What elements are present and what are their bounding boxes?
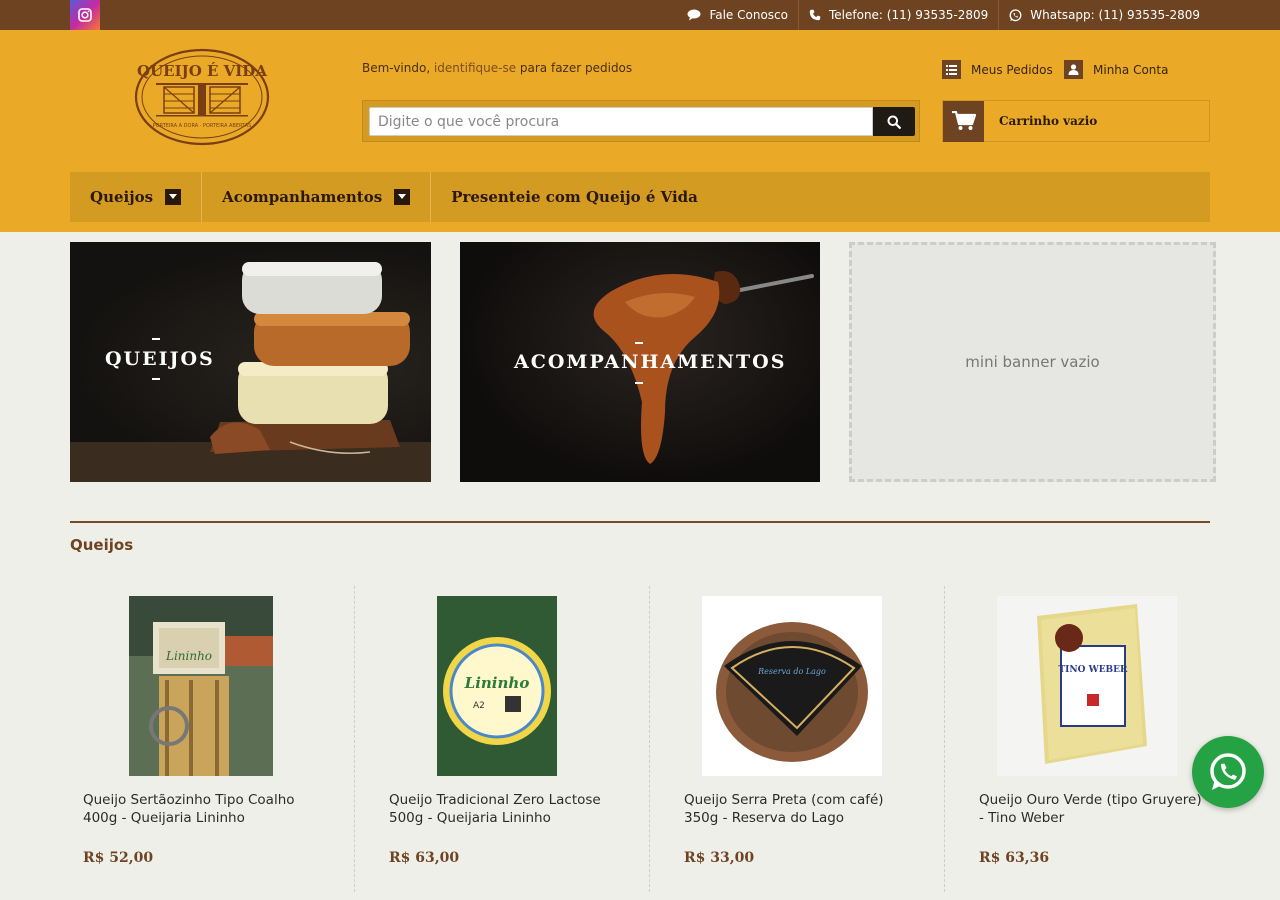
svg-text:Reserva do Lago: Reserva do Lago bbox=[757, 667, 826, 676]
user-icon bbox=[1064, 60, 1083, 79]
product-photo: Lininho bbox=[129, 596, 273, 776]
main-nav: Queijos Acompanhamentos Presenteie com Q… bbox=[70, 172, 1210, 222]
header: QUEIJO É VIDA PORTEIRA A DORA · PORTEIRA… bbox=[0, 30, 1280, 232]
section-divider bbox=[70, 521, 1210, 523]
product-image[interactable]: TINO WEBER bbox=[997, 596, 1177, 776]
search-button[interactable] bbox=[873, 107, 915, 136]
product-card[interactable]: Reserva do Lago Queijo Serra Preta (com … bbox=[650, 586, 945, 892]
mini-banner-label: mini banner vazio bbox=[965, 353, 1100, 371]
phone-icon bbox=[809, 9, 821, 21]
whatsapp-icon bbox=[1210, 753, 1246, 790]
banner-queijos[interactable]: QUEIJOS bbox=[70, 242, 431, 482]
orders-label: Meus Pedidos bbox=[971, 62, 1053, 77]
product-card[interactable]: Lininho A2 Queijo Tradicional Zero Lacto… bbox=[355, 586, 650, 892]
cart-button[interactable]: Carrinho vazio bbox=[942, 100, 1210, 142]
mini-banner-empty: mini banner vazio bbox=[849, 242, 1216, 482]
whatsapp-label: Whatsapp: (11) 93535-2809 bbox=[1030, 8, 1200, 22]
chevron-down-icon bbox=[394, 189, 411, 205]
product-card[interactable]: TINO WEBER Queijo Ouro Verde (tipo Gruye… bbox=[945, 586, 1240, 892]
svg-text:Lininho: Lininho bbox=[464, 674, 530, 692]
chat-icon bbox=[687, 9, 701, 21]
chevron-down-icon bbox=[165, 189, 182, 205]
contact-label: Fale Conosco bbox=[709, 8, 788, 22]
divider bbox=[152, 378, 160, 380]
product-photo: TINO WEBER bbox=[997, 596, 1177, 776]
phone-link[interactable]: Telefone: (11) 93535-2809 bbox=[797, 0, 998, 30]
product-photo: Lininho A2 bbox=[437, 596, 557, 776]
banner-label: QUEIJOS bbox=[105, 348, 215, 370]
product-name[interactable]: Queijo Sertãozinho Tipo Coalho 400g - Qu… bbox=[83, 791, 313, 827]
svg-text:Lininho: Lininho bbox=[165, 649, 212, 663]
divider bbox=[635, 342, 643, 344]
product-name[interactable]: Queijo Serra Preta (com café) 350g - Res… bbox=[684, 791, 914, 827]
search-icon bbox=[887, 115, 901, 129]
banner-acompanhamentos[interactable]: ACOMPANHAMENTOS bbox=[460, 242, 820, 482]
account-label: Minha Conta bbox=[1093, 62, 1169, 77]
product-image[interactable]: Lininho bbox=[129, 596, 273, 776]
top-bar: Fale Conosco Telefone: (11) 93535-2809 W… bbox=[0, 0, 1280, 30]
section-title: Queijos bbox=[70, 536, 134, 554]
account-link[interactable]: Minha Conta bbox=[1064, 60, 1168, 79]
welcome-suffix: para fazer pedidos bbox=[519, 61, 633, 75]
instagram-icon[interactable] bbox=[70, 0, 100, 30]
banner-label: ACOMPANHAMENTOS bbox=[514, 351, 787, 373]
nav-item-presenteie[interactable]: Presenteie com Queijo é Vida bbox=[431, 172, 718, 222]
nav-item-label: Queijos bbox=[90, 188, 154, 206]
svg-text:QUEIJO É VIDA: QUEIJO É VIDA bbox=[137, 62, 267, 80]
whatsapp-float-button[interactable] bbox=[1192, 736, 1264, 808]
contact-link[interactable]: Fale Conosco bbox=[677, 0, 798, 30]
product-price: R$ 33,00 bbox=[684, 850, 755, 866]
cart-icon bbox=[943, 100, 984, 142]
phone-label: Telefone: (11) 93535-2809 bbox=[828, 8, 989, 22]
nav-item-queijos[interactable]: Queijos bbox=[70, 172, 203, 222]
site-logo[interactable]: QUEIJO É VIDA PORTEIRA A DORA · PORTEIRA… bbox=[134, 47, 270, 147]
top-links: Fale Conosco Telefone: (11) 93535-2809 W… bbox=[677, 0, 1210, 30]
welcome-message: Bem-vindo, identifique-se para fazer ped… bbox=[362, 61, 632, 75]
orders-link[interactable]: Meus Pedidos bbox=[942, 60, 1053, 79]
product-price: R$ 52,00 bbox=[83, 850, 154, 866]
product-photo: Reserva do Lago bbox=[702, 596, 882, 776]
product-name[interactable]: Queijo Ouro Verde (tipo Gruyere) - Tino … bbox=[979, 791, 1209, 827]
cart-status: Carrinho vazio bbox=[999, 114, 1098, 128]
product-price: R$ 63,36 bbox=[979, 850, 1050, 866]
list-icon bbox=[942, 60, 961, 79]
product-price: R$ 63,00 bbox=[389, 850, 460, 866]
login-link[interactable]: identifique-se bbox=[434, 61, 516, 75]
whatsapp-link[interactable]: Whatsapp: (11) 93535-2809 bbox=[998, 0, 1210, 30]
product-image[interactable]: Reserva do Lago bbox=[702, 596, 882, 776]
svg-text:A2: A2 bbox=[473, 701, 485, 711]
svg-text:TINO WEBER: TINO WEBER bbox=[1058, 665, 1128, 675]
search-input[interactable] bbox=[369, 107, 873, 136]
product-card[interactable]: Lininho Queijo Sertãozinho Tipo Coalho 4… bbox=[60, 586, 355, 892]
divider bbox=[635, 382, 643, 384]
divider bbox=[152, 338, 160, 340]
search-box bbox=[362, 100, 920, 142]
welcome-prefix: Bem-vindo, bbox=[362, 61, 431, 75]
svg-text:PORTEIRA A DORA · PORTEIRA ABE: PORTEIRA A DORA · PORTEIRA ABERTAS bbox=[153, 123, 252, 129]
nav-item-acompanhamentos[interactable]: Acompanhamentos bbox=[202, 172, 432, 222]
nav-item-label: Presenteie com Queijo é Vida bbox=[451, 188, 698, 206]
product-name[interactable]: Queijo Tradicional Zero Lactose 500g - Q… bbox=[389, 791, 619, 827]
whatsapp-icon bbox=[1009, 8, 1022, 22]
product-image[interactable]: Lininho A2 bbox=[437, 596, 557, 776]
nav-item-label: Acompanhamentos bbox=[222, 188, 383, 206]
